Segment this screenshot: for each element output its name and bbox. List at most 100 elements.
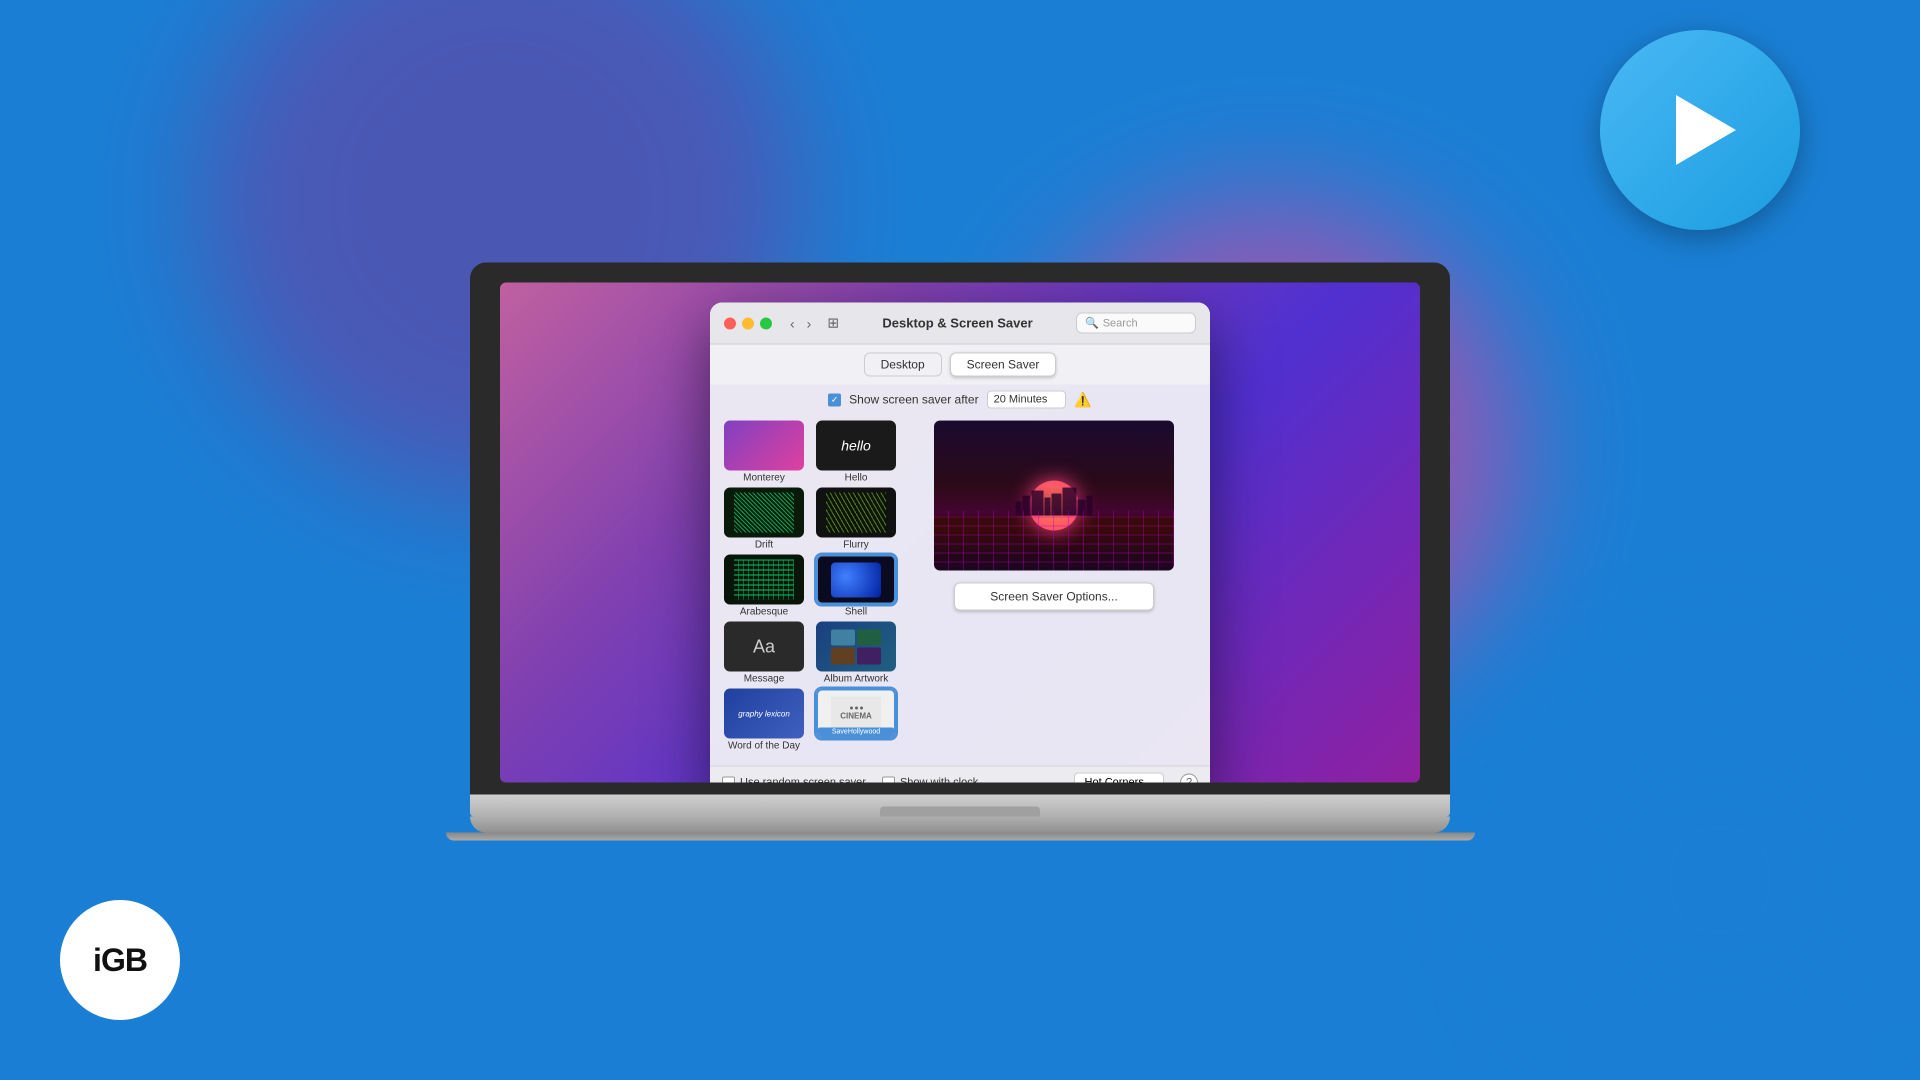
macbook-notch [880, 807, 1040, 817]
tab-screen-saver[interactable]: Screen Saver [950, 353, 1057, 377]
ss-thumb-save: CINEMA SaveHollywood [816, 689, 896, 739]
search-box[interactable]: 🔍 Search [1076, 313, 1196, 334]
play-icon [1676, 95, 1736, 165]
back-button[interactable]: ‹ [786, 313, 799, 333]
ss-item-monterey[interactable]: Monterey [720, 421, 808, 484]
window-title: Desktop & Screen Saver [849, 316, 1066, 331]
show-ss-label: Show screen saver after [849, 393, 978, 407]
macbook: ‹ › ⊞ Desktop & Screen Saver 🔍 Search De… [470, 263, 1450, 841]
ss-row-2: Drift Flurry [720, 488, 900, 551]
ss-item-message[interactable]: Aa Message [720, 622, 808, 685]
title-bar: ‹ › ⊞ Desktop & Screen Saver 🔍 Search [710, 303, 1210, 345]
save-dot-1 [850, 707, 853, 710]
ss-item-album[interactable]: Album Artwork [812, 622, 900, 685]
macos-window: ‹ › ⊞ Desktop & Screen Saver 🔍 Search De… [710, 303, 1210, 783]
arabesque-pattern [734, 560, 794, 600]
ss-label-message: Message [744, 674, 785, 685]
ss-thumb-monterey [724, 421, 804, 471]
ss-thumb-drift [724, 488, 804, 538]
ss-thumb-message: Aa [724, 622, 804, 672]
use-random-checkbox[interactable] [722, 776, 735, 783]
macbook-stand [470, 817, 1450, 833]
ss-label-word: Word of the Day [728, 741, 800, 752]
macbook-bottom-edge [446, 833, 1475, 841]
warning-icon: ⚠️ [1074, 391, 1091, 408]
ss-thumb-shell [816, 555, 896, 605]
cinema-text: CINEMA [840, 712, 872, 721]
preview-image [934, 421, 1174, 571]
close-button[interactable] [724, 317, 736, 329]
show-ss-row: ✓ Show screen saver after 20 Minutes ⚠️ [710, 385, 1210, 415]
search-placeholder: Search [1103, 317, 1138, 329]
ss-item-hello[interactable]: hello Hello [812, 421, 900, 484]
save-label-badge: SaveHollywood [818, 728, 894, 737]
album-cell-3 [831, 648, 855, 665]
hot-corners-button[interactable]: Hot Corners... [1074, 773, 1164, 783]
help-button[interactable]: ? [1180, 774, 1198, 783]
save-dot-3 [860, 707, 863, 710]
save-inner: CINEMA [831, 696, 881, 731]
screensaver-list: Monterey hello Hello [720, 421, 900, 756]
ss-label-monterey: Monterey [743, 473, 785, 484]
show-clock-label: Show with clock [900, 777, 978, 783]
screen-saver-options-button[interactable]: Screen Saver Options... [954, 583, 1154, 611]
fullscreen-button[interactable] [760, 317, 772, 329]
traffic-lights [724, 317, 772, 329]
ss-item-save[interactable]: CINEMA SaveHollywood [812, 689, 900, 752]
show-ss-checkbox[interactable]: ✓ [828, 393, 841, 406]
background-blob-3 [1520, 680, 1920, 1080]
preview-bg [934, 421, 1174, 571]
search-icon: 🔍 [1085, 317, 1099, 330]
play-button[interactable] [1600, 30, 1800, 230]
ss-label-flurry: Flurry [843, 540, 869, 551]
ss-row-5: graphy lexicon Word of the Day [720, 689, 900, 752]
ss-label-album: Album Artwork [824, 674, 888, 685]
forward-button[interactable]: › [803, 313, 816, 333]
preview-grid [934, 511, 1174, 571]
ss-row-1: Monterey hello Hello [720, 421, 900, 484]
album-grid [831, 629, 881, 664]
ss-thumb-flurry [816, 488, 896, 538]
duration-dropdown[interactable]: 20 Minutes [987, 391, 1067, 409]
grid-icon[interactable]: ⊞ [827, 315, 839, 332]
ss-item-drift[interactable]: Drift [720, 488, 808, 551]
album-cell-4 [857, 648, 881, 665]
show-clock-group: Show with clock [882, 776, 978, 783]
album-cell-1 [831, 629, 855, 646]
ss-label-drift: Drift [755, 540, 773, 551]
macbook-base [470, 795, 1450, 817]
use-random-label: Use random screen saver [740, 777, 866, 783]
save-dot-2 [855, 707, 858, 710]
ss-label-shell: Shell [845, 607, 867, 618]
ss-thumb-hello: hello [816, 421, 896, 471]
use-random-group: Use random screen saver [722, 776, 866, 783]
ss-item-flurry[interactable]: Flurry [812, 488, 900, 551]
preview-area: Screen Saver Options... [908, 421, 1200, 756]
drift-lines [734, 493, 794, 533]
ss-item-arabesque[interactable]: Arabesque [720, 555, 808, 618]
ss-label-hello: Hello [845, 473, 868, 484]
macbook-screen-bezel: ‹ › ⊞ Desktop & Screen Saver 🔍 Search De… [470, 263, 1450, 795]
nav-arrows: ‹ › [786, 313, 815, 333]
tab-desktop[interactable]: Desktop [864, 353, 942, 377]
ss-thumb-word: graphy lexicon [724, 689, 804, 739]
macbook-screen: ‹ › ⊞ Desktop & Screen Saver 🔍 Search De… [500, 283, 1420, 783]
ss-row-3: Arabesque Shell [720, 555, 900, 618]
ss-label-arabesque: Arabesque [740, 607, 788, 618]
igb-logo: iGB [60, 900, 180, 1020]
ss-thumb-album [816, 622, 896, 672]
album-cell-2 [857, 629, 881, 646]
flurry-lines [826, 493, 886, 533]
minimize-button[interactable] [742, 317, 754, 329]
ss-item-shell[interactable]: Shell [812, 555, 900, 618]
ss-item-word[interactable]: graphy lexicon Word of the Day [720, 689, 808, 752]
ss-row-4: Aa Message [720, 622, 900, 685]
save-dots [850, 707, 863, 710]
bottom-bar: Use random screen saver Show with clock … [710, 766, 1210, 783]
igb-logo-text: iGB [93, 942, 147, 979]
ss-thumb-arabesque [724, 555, 804, 605]
tabs-row: Desktop Screen Saver [710, 345, 1210, 385]
shell-inner [831, 562, 881, 597]
show-clock-checkbox[interactable] [882, 776, 895, 783]
content-area: Monterey hello Hello [710, 415, 1210, 766]
